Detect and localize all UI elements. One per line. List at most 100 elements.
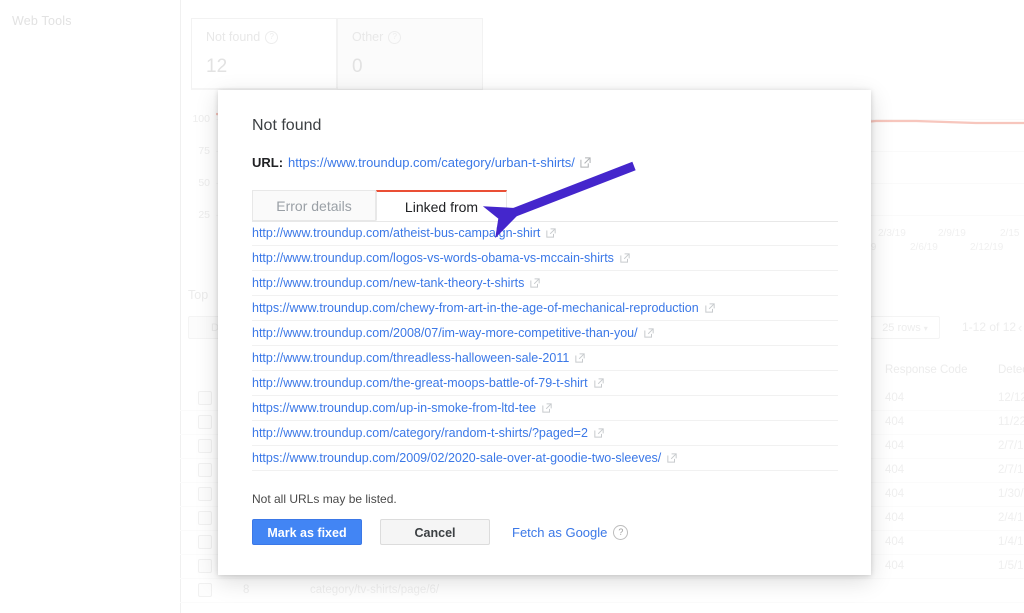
row-checkbox[interactable] (198, 463, 212, 477)
x-axis-tick: 2/9/19 (938, 228, 966, 239)
linked-url[interactable]: http://www.troundup.com/2008/07/im-way-m… (252, 321, 638, 345)
prev-page-button[interactable]: ‹ (1018, 316, 1022, 339)
fetch-as-google-label: Fetch as Google (512, 524, 608, 540)
help-icon[interactable]: ? (613, 524, 629, 540)
tab-error-details[interactable]: Error details (252, 190, 376, 221)
cell-response-code: 404 (885, 416, 905, 428)
list-item[interactable]: http://www.troundup.com/category/random-… (252, 421, 838, 446)
column-detected: Detect (998, 364, 1024, 376)
external-link-icon[interactable] (594, 427, 605, 439)
linked-url[interactable]: http://www.troundup.com/threadless-hallo… (252, 346, 569, 370)
external-link-icon[interactable] (530, 277, 541, 289)
url-label: URL: (252, 155, 284, 170)
row-checkbox[interactable] (198, 559, 212, 573)
cell-response-code: 404 (885, 488, 905, 500)
cell-response-code: 404 (885, 560, 905, 572)
list-item[interactable]: https://www.troundup.com/2009/02/2020-sa… (252, 446, 838, 471)
rows-per-page-select[interactable]: 25 rows ▾ (870, 316, 940, 339)
x-axis-tick: 2/12/19 (970, 242, 1004, 253)
row-checkbox[interactable] (198, 535, 212, 549)
cancel-button[interactable]: Cancel (380, 519, 490, 545)
linked-url[interactable]: https://www.troundup.com/chewy-from-art-… (252, 296, 699, 320)
list-item[interactable]: http://www.troundup.com/the-great-moops-… (252, 371, 838, 396)
cell-response-code: 404 (885, 512, 905, 524)
cell-detected: 1/4/19 (998, 536, 1024, 548)
row-checkbox[interactable] (198, 391, 212, 405)
cell-url: category/tv-shirts/page/6/ (310, 584, 440, 596)
cell-detected: 1/5/19 (998, 560, 1024, 572)
url-value-link[interactable]: https://www.troundup.com/category/urban-… (288, 155, 575, 170)
cell-response-code: 404 (885, 464, 905, 476)
table-row[interactable]: 8 category/tv-shirts/page/6/ (180, 578, 1024, 603)
list-item[interactable]: http://www.troundup.com/threadless-hallo… (252, 346, 838, 371)
cell-response-code: 404 (885, 536, 905, 548)
linked-from-list: http://www.troundup.com/atheist-bus-camp… (252, 221, 838, 471)
dialog-note: Not all URLs may be listed. (252, 492, 397, 506)
top-section-label: Top (188, 288, 209, 302)
pagination-label: 1-12 of 12 (962, 320, 1017, 334)
external-link-icon[interactable] (546, 227, 557, 239)
row-checkbox[interactable] (198, 439, 212, 453)
linked-url[interactable]: http://www.troundup.com/new-tank-theory-… (252, 271, 524, 295)
column-response-code: Response Code (885, 364, 968, 376)
stat-cards: Not found ? 12 Other ? 0 (191, 18, 483, 90)
cell-detected: 12/12 (998, 392, 1024, 404)
linked-url[interactable]: https://www.troundup.com/2009/02/2020-sa… (252, 446, 661, 470)
list-item[interactable]: https://www.troundup.com/up-in-smoke-fro… (252, 396, 838, 421)
cell-detected: 2/7/19 (998, 440, 1024, 452)
external-link-icon[interactable] (620, 252, 631, 264)
sidebar-title: Web Tools (12, 14, 72, 28)
sidebar: Web Tools (0, 0, 181, 613)
list-item[interactable]: https://www.troundup.com/chewy-from-art-… (252, 296, 838, 321)
y-axis-tick: 75 (198, 145, 210, 157)
x-axis-tick: 2/6/19 (910, 242, 938, 253)
x-axis-tick: 2/15 (1000, 228, 1020, 239)
not-found-dialog: Not found URL: https://www.troundup.com/… (218, 90, 871, 575)
external-link-icon[interactable] (542, 402, 553, 414)
dialog-url-row: URL: https://www.troundup.com/category/u… (252, 155, 591, 170)
linked-url[interactable]: http://www.troundup.com/category/random-… (252, 421, 588, 445)
linked-url[interactable]: http://www.troundup.com/the-great-moops-… (252, 371, 588, 395)
tab-linked-from[interactable]: Linked from (376, 190, 507, 221)
dialog-tabs: Error details Linked from (252, 190, 838, 222)
external-link-icon[interactable] (593, 377, 605, 389)
rows-per-page-value: 25 rows (882, 322, 921, 334)
external-link-icon[interactable] (643, 327, 655, 339)
stat-card-value: 12 (206, 56, 228, 77)
row-checkbox[interactable] (198, 511, 212, 525)
y-axis-tick: 50 (198, 177, 210, 189)
cell-detected: 2/7/19 (998, 464, 1024, 476)
stat-card-value: 0 (352, 56, 363, 77)
stat-card-not-found[interactable]: Not found ? 12 (191, 18, 337, 90)
y-axis-tick: 100 (192, 113, 210, 125)
row-checkbox[interactable] (198, 583, 212, 597)
list-item[interactable]: http://www.troundup.com/atheist-bus-camp… (252, 221, 838, 246)
mark-as-fixed-button[interactable]: Mark as fixed (252, 519, 362, 545)
list-item[interactable]: http://www.troundup.com/2008/07/im-way-m… (252, 321, 838, 346)
cell-detected: 11/22 (998, 416, 1024, 428)
dialog-actions: Mark as fixed Cancel Fetch as Google ? (252, 519, 629, 545)
external-link-icon[interactable] (580, 157, 591, 168)
chevron-down-icon: ▾ (923, 324, 928, 333)
list-item[interactable]: http://www.troundup.com/logos-vs-words-o… (252, 246, 838, 271)
external-link-icon[interactable] (667, 452, 678, 464)
cell-priority: 8 (243, 584, 250, 596)
x-axis-tick: 2/3/19 (878, 228, 906, 239)
stat-card-label: Not found (206, 30, 261, 44)
cell-response-code: 404 (885, 440, 905, 452)
help-icon[interactable]: ? (265, 30, 279, 44)
linked-url[interactable]: http://www.troundup.com/logos-vs-words-o… (252, 246, 614, 270)
fetch-as-google-link[interactable]: Fetch as Google ? (512, 524, 629, 540)
stat-card-other[interactable]: Other ? 0 (337, 18, 483, 90)
linked-url[interactable]: https://www.troundup.com/up-in-smoke-fro… (252, 396, 536, 420)
row-checkbox[interactable] (198, 487, 212, 501)
dialog-title: Not found (252, 117, 322, 134)
row-checkbox[interactable] (198, 415, 212, 429)
y-axis-tick: 25 (198, 209, 210, 221)
linked-url[interactable]: http://www.troundup.com/atheist-bus-camp… (252, 221, 540, 245)
cell-detected: 2/4/19 (998, 512, 1024, 524)
list-item[interactable]: http://www.troundup.com/new-tank-theory-… (252, 271, 838, 296)
external-link-icon[interactable] (575, 352, 586, 364)
external-link-icon[interactable] (705, 302, 716, 314)
help-icon[interactable]: ? (388, 30, 402, 44)
